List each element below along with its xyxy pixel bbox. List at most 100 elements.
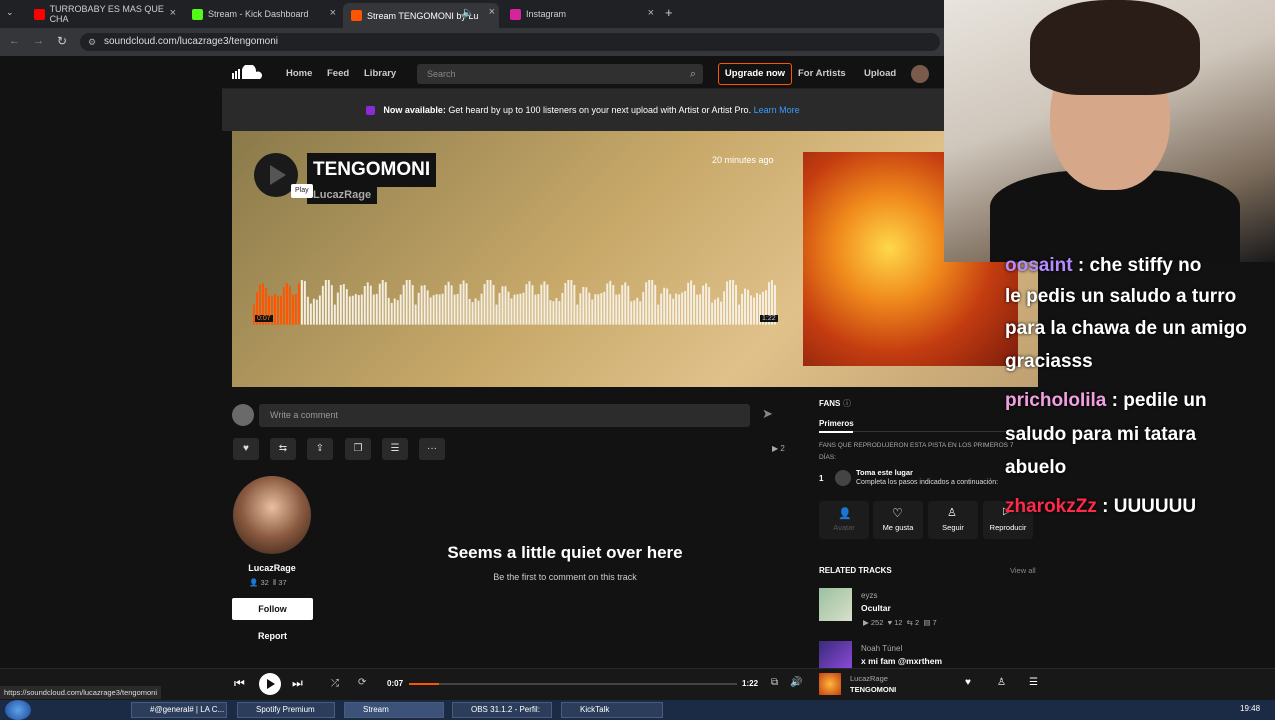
progress-track[interactable]: [409, 683, 737, 685]
artist-stats: 👤 32 ⦀ 37: [249, 578, 287, 588]
back-icon[interactable]: ←: [9, 35, 20, 47]
waveform-bar: [537, 294, 540, 325]
close-icon[interactable]: ×: [330, 7, 336, 19]
waveform-bar: [465, 283, 468, 325]
nav-home[interactable]: Home: [286, 68, 312, 79]
now-playing-artwork[interactable]: [819, 673, 841, 695]
learn-more-link[interactable]: Learn More: [754, 105, 800, 115]
like-button[interactable]: ♥: [233, 438, 259, 460]
tab-soundcloud[interactable]: Stream TENGOMONI by Lu 🔈 ×: [343, 3, 499, 28]
nav-for-artists[interactable]: For Artists: [798, 68, 846, 79]
waveform-bar: [711, 302, 714, 325]
now-playing-artist[interactable]: LucazRage: [850, 674, 888, 683]
close-icon[interactable]: ×: [489, 6, 495, 18]
follow-user-icon[interactable]: ♙: [997, 677, 1006, 688]
report-link[interactable]: Report: [232, 631, 313, 641]
user-avatar[interactable]: [911, 65, 929, 83]
waveform-bar: [333, 304, 336, 325]
tab-title: TURROBABY ES MAS QUE CHA: [49, 4, 164, 24]
now-playing-title[interactable]: TENGOMONI: [850, 685, 896, 694]
chat-text: saludo para mi tatara: [1005, 424, 1197, 445]
waveform-bar: [630, 301, 633, 325]
search-icon[interactable]: ⌕: [690, 64, 696, 84]
taskbar-item[interactable]: KickTalk: [561, 702, 663, 718]
more-button[interactable]: ···: [419, 438, 445, 460]
cast-icon[interactable]: ⧉: [771, 677, 778, 688]
queue-icon[interactable]: ☰: [1029, 677, 1038, 688]
send-icon[interactable]: ➤: [762, 406, 773, 422]
url-input[interactable]: ⚙ soundcloud.com/lucazrage3/tengomoni: [80, 33, 940, 51]
related-title[interactable]: Ocultar: [861, 603, 891, 613]
share-icon: ⇪: [315, 443, 325, 454]
view-all-link[interactable]: View all: [1010, 566, 1036, 575]
waveform-bar: [555, 298, 558, 325]
site-info-icon[interactable]: ⚙: [88, 33, 96, 51]
cloud-logo-icon: [232, 63, 263, 79]
artist-avatar[interactable]: [233, 476, 311, 554]
play-count-value: 2: [780, 444, 785, 453]
waveform-bar: [480, 293, 483, 325]
search-input[interactable]: Search ⌕: [417, 64, 703, 84]
taskbar-item[interactable]: #@general# | LA C...: [131, 702, 227, 718]
tab-primeros[interactable]: Primeros: [819, 419, 854, 428]
related-user[interactable]: eyzs: [861, 591, 877, 600]
related-title[interactable]: x mi fam @mxrthem: [861, 656, 942, 666]
follow-button[interactable]: Follow: [232, 598, 313, 620]
volume-icon[interactable]: 🔊: [790, 677, 802, 688]
taskbar-item[interactable]: Spotify Premium: [237, 702, 335, 718]
previous-icon[interactable]: ⏮: [234, 676, 245, 691]
fan-slot-subtitle: Completa los pasos indicados a continuac…: [856, 479, 999, 486]
waveform-bar: [744, 288, 747, 325]
shuffle-icon[interactable]: ⤮: [331, 678, 339, 689]
comments-icon: ▤: [923, 618, 931, 627]
reload-icon[interactable]: ↻: [57, 34, 67, 48]
nav-upload[interactable]: Upload: [864, 68, 896, 79]
related-artwork[interactable]: [819, 588, 852, 621]
share-button[interactable]: ⇪: [307, 438, 333, 460]
close-icon[interactable]: ×: [648, 7, 654, 19]
info-icon[interactable]: ⓘ: [843, 398, 851, 409]
waveform-bar: [462, 280, 465, 325]
speaker-icon[interactable]: 🔈: [461, 6, 475, 19]
taskbar-item[interactable]: OBS 31.1.2 - Perfil: Si...: [452, 702, 552, 720]
waveform-bar: [501, 286, 504, 325]
step-label: Avatar: [833, 523, 855, 532]
related-artwork[interactable]: [819, 641, 852, 668]
comment-input[interactable]: Write a comment: [259, 404, 750, 427]
tab-instagram[interactable]: Instagram ×: [502, 4, 658, 24]
artist-name[interactable]: LucazRage: [233, 563, 311, 573]
soundcloud-logo[interactable]: [232, 63, 264, 81]
heart-icon[interactable]: ♥: [965, 677, 971, 688]
tab-kick[interactable]: Stream - Kick Dashboard ×: [184, 4, 340, 24]
upgrade-button[interactable]: Upgrade now: [718, 63, 792, 85]
player-play-button[interactable]: [259, 673, 281, 695]
close-icon[interactable]: ×: [170, 7, 176, 19]
tab-list-icon[interactable]: ⌄: [6, 7, 14, 18]
waveform-bar: [315, 299, 318, 325]
tab-youtube[interactable]: TURROBABY ES MAS QUE CHA ×: [26, 4, 180, 24]
copy-link-button[interactable]: ❐: [345, 438, 371, 460]
waveform-bar: [483, 283, 486, 325]
waveform-bar: [375, 293, 378, 325]
next-icon[interactable]: ⏭: [292, 676, 303, 691]
kick-icon: [192, 8, 203, 20]
related-user[interactable]: Noah Túnel: [861, 644, 902, 653]
repeat-icon[interactable]: ⟳: [358, 677, 366, 688]
taskbar-item[interactable]: Stream TENGOMONI...: [344, 702, 444, 720]
waveform[interactable]: [253, 280, 777, 342]
step-follow[interactable]: ♙ Seguir: [928, 501, 978, 539]
nav-feed[interactable]: Feed: [327, 68, 349, 79]
start-button[interactable]: [5, 700, 31, 720]
new-tab-button[interactable]: +: [665, 5, 673, 20]
waveform-bar: [381, 280, 384, 325]
add-to-playlist-button[interactable]: ☰: [382, 438, 408, 460]
reposts-value: 2: [915, 618, 920, 627]
forward-icon[interactable]: →: [33, 35, 44, 47]
waveform-bar: [498, 293, 501, 325]
track-artist[interactable]: LucazRage: [307, 186, 378, 204]
comments-value: 7: [932, 618, 937, 627]
repost-button[interactable]: ⇆: [270, 438, 296, 460]
step-like[interactable]: ♡ Me gusta: [873, 501, 923, 539]
chat-text: graciasss: [1005, 351, 1093, 372]
nav-library[interactable]: Library: [364, 68, 396, 79]
